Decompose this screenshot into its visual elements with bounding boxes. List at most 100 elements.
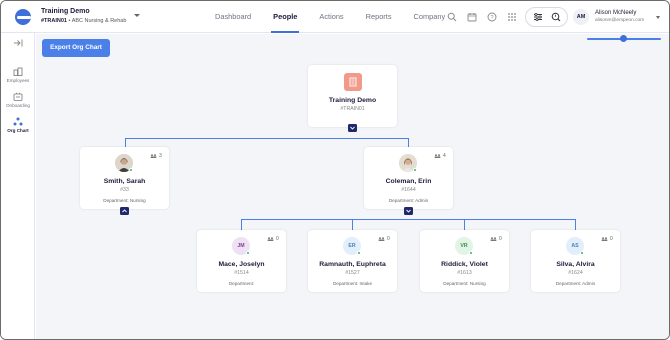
zoom-slider-thumb[interactable] bbox=[620, 35, 627, 42]
employee-card[interactable]: ER 0 Ramnauth, Euphreta #1527 Department: In… bbox=[308, 230, 397, 292]
direct-reports-icon bbox=[378, 237, 385, 241]
employee-card[interactable]: VR 0 Riddick, Violet #1613 Department: Nursi… bbox=[420, 230, 509, 292]
org-switcher-chevron-down-icon[interactable] bbox=[134, 14, 140, 17]
online-status-indicator bbox=[357, 251, 361, 255]
org-separator: • bbox=[68, 18, 71, 24]
employee-id: #33 bbox=[120, 187, 129, 193]
sidebar-item-org-chart[interactable]: Org Chart bbox=[1, 117, 35, 133]
app-window: Training Demo #TRAIN01 • ABC Nursing & R… bbox=[0, 0, 670, 340]
employee-name: Riddick, Violet bbox=[441, 261, 488, 268]
employee-name: Mace, Joselyn bbox=[218, 261, 265, 268]
employee-id: #1613 bbox=[457, 270, 472, 276]
apps-grid-icon[interactable] bbox=[507, 12, 517, 22]
sliders-icon[interactable] bbox=[533, 12, 543, 22]
collapse-sidebar-icon[interactable] bbox=[12, 38, 24, 48]
employee-card[interactable]: AS 0 Silva, Alvira #1624 Department: Admin bbox=[531, 230, 620, 292]
user-avatar[interactable]: AM bbox=[573, 9, 589, 25]
employee-id: #1624 bbox=[568, 270, 583, 276]
direct-reports-icon bbox=[434, 154, 441, 158]
chevron-up-icon bbox=[122, 209, 127, 213]
online-status-indicator bbox=[580, 251, 584, 255]
direct-reports-icon bbox=[150, 154, 157, 158]
employees-icon bbox=[13, 67, 23, 76]
direct-reports-icon bbox=[601, 237, 608, 241]
employee-department: Department: Nursing bbox=[443, 281, 486, 286]
employee-name: Smith, Sarah bbox=[103, 178, 146, 185]
user-menu-chevron-down-icon[interactable] bbox=[656, 16, 660, 19]
direct-reports-count: 0 bbox=[276, 236, 279, 242]
expand-smith-toggle[interactable] bbox=[120, 207, 129, 215]
sidebar-item-employees[interactable]: Employees bbox=[1, 67, 35, 83]
direct-reports-count: 3 bbox=[159, 153, 162, 159]
chevron-down-icon bbox=[350, 126, 355, 130]
employee-id: #1514 bbox=[234, 270, 249, 276]
sidebar-item-onboarding[interactable]: Onboarding bbox=[1, 92, 35, 108]
org-chart-canvas: Export Org Chart Training Demo #TRAIN01 bbox=[36, 34, 669, 339]
sidebar-item-label: Org Chart bbox=[7, 128, 29, 133]
employee-card-smith-sarah[interactable]: 3 Smith, Sarah #33 Department: Nursing bbox=[80, 147, 169, 209]
organization-icon bbox=[344, 73, 362, 91]
onboarding-icon bbox=[13, 92, 23, 101]
app-logo-icon[interactable] bbox=[15, 9, 31, 25]
connector-line bbox=[125, 138, 126, 147]
user-name[interactable]: Alison McNeely bbox=[595, 10, 636, 16]
calendar-icon[interactable] bbox=[467, 12, 477, 22]
org-subtitle[interactable]: #TRAIN01 • ABC Nursing & Rehab bbox=[41, 18, 126, 24]
direct-reports-icon bbox=[267, 237, 274, 241]
top-header: Training Demo #TRAIN01 • ABC Nursing & R… bbox=[1, 1, 669, 33]
org-name[interactable]: Training Demo bbox=[41, 8, 90, 15]
employee-department: Department: Admin bbox=[555, 281, 596, 286]
employee-department: Department: Nursing bbox=[103, 198, 146, 203]
help-icon[interactable]: ? bbox=[487, 12, 497, 22]
main-nav: Dashboard People Actions Reports Company bbox=[215, 1, 467, 33]
org-chart-icon bbox=[13, 117, 23, 126]
chevron-down-icon bbox=[406, 209, 411, 213]
employee-card[interactable]: JM 0 Mace, Joselyn #1514 Department: bbox=[197, 230, 286, 292]
svg-text:?: ? bbox=[490, 15, 493, 21]
employee-id: #1527 bbox=[345, 270, 360, 276]
search-icon[interactable] bbox=[447, 12, 457, 22]
collapse-root-toggle[interactable] bbox=[348, 124, 357, 132]
employee-department: Department: Admin bbox=[388, 198, 429, 203]
org-facility: ABC Nursing & Rehab bbox=[71, 18, 127, 24]
user-email: alisonm@empeon.com bbox=[595, 18, 645, 23]
sidebar-item-label: Onboarding bbox=[5, 103, 30, 108]
direct-reports-count: 0 bbox=[610, 236, 613, 242]
online-status-indicator bbox=[469, 251, 473, 255]
employee-card-coleman-erin[interactable]: 4 Coleman, Erin #1644 Department: Admin bbox=[364, 147, 453, 209]
clock-search-icon[interactable] bbox=[551, 12, 561, 22]
employee-department: Department: Intake bbox=[332, 281, 373, 286]
employee-name: Silva, Alvira bbox=[556, 261, 595, 268]
connector-line bbox=[352, 219, 353, 230]
employee-name: Coleman, Erin bbox=[385, 178, 432, 185]
nav-company[interactable]: Company bbox=[414, 1, 446, 33]
employee-name: Ramnauth, Euphreta bbox=[319, 261, 386, 268]
nav-reports[interactable]: Reports bbox=[366, 1, 392, 33]
root-id: #TRAIN01 bbox=[340, 106, 365, 112]
employee-department: Department: bbox=[228, 281, 255, 286]
quick-tools-group bbox=[525, 7, 568, 27]
sidebar-item-label: Employees bbox=[6, 78, 30, 83]
online-status-indicator bbox=[129, 168, 133, 172]
connector-line bbox=[408, 138, 409, 147]
direct-reports-icon bbox=[490, 237, 497, 241]
export-org-chart-button[interactable]: Export Org Chart bbox=[42, 39, 110, 57]
org-root-card[interactable]: Training Demo #TRAIN01 bbox=[308, 65, 397, 127]
online-status-indicator bbox=[413, 168, 417, 172]
nav-actions[interactable]: Actions bbox=[319, 1, 343, 33]
nav-people[interactable]: People bbox=[271, 1, 300, 33]
direct-reports-count: 4 bbox=[443, 153, 446, 159]
connector-line bbox=[464, 219, 465, 230]
employee-id: #1644 bbox=[401, 187, 416, 193]
connector-line bbox=[241, 219, 242, 230]
left-sidebar: Employees Onboarding Org Chart bbox=[1, 33, 35, 339]
root-name: Training Demo bbox=[328, 97, 377, 104]
org-code: #TRAIN01 bbox=[41, 18, 67, 24]
nav-dashboard[interactable]: Dashboard bbox=[215, 1, 251, 33]
connector-line bbox=[241, 219, 575, 220]
collapse-coleman-toggle[interactable] bbox=[404, 207, 413, 215]
direct-reports-count: 0 bbox=[387, 236, 390, 242]
connector-line bbox=[125, 138, 408, 139]
connector-line bbox=[575, 219, 576, 230]
online-status-indicator bbox=[246, 251, 250, 255]
